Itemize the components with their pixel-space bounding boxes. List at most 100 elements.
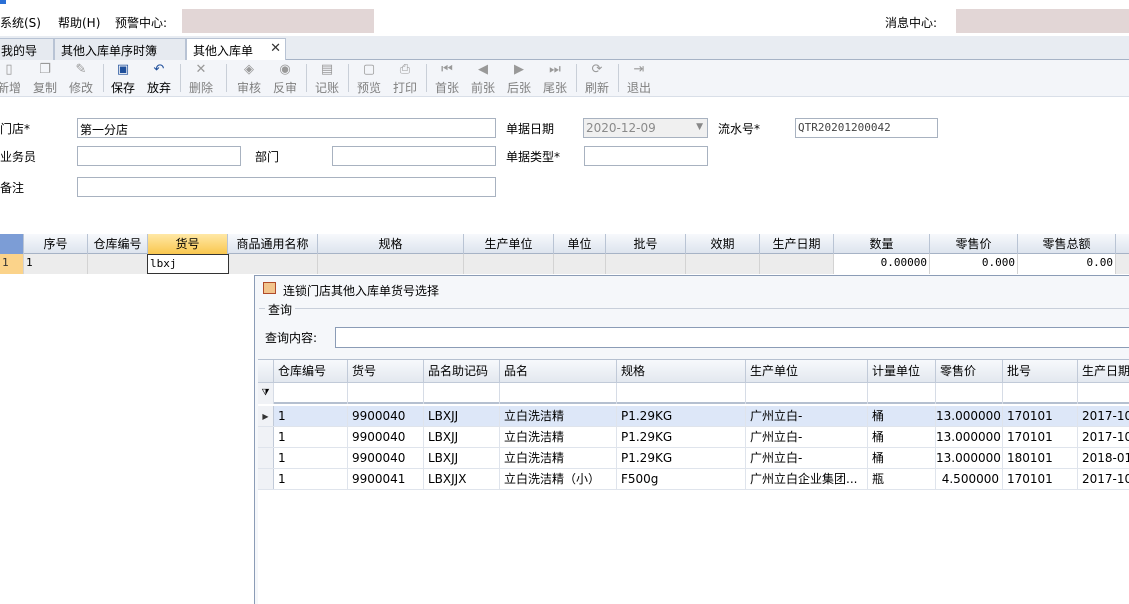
col-maker[interactable]: 生产单位 xyxy=(464,234,554,254)
col-production-date[interactable]: 生产日期 xyxy=(760,234,834,254)
prev-button[interactable]: ◀ 前张 xyxy=(466,62,500,96)
col-batch[interactable]: 批号 xyxy=(606,234,686,254)
cell-spec[interactable]: P1.29KG xyxy=(617,448,746,469)
cell-spec[interactable]: P1.29KG xyxy=(617,427,746,448)
cell-unit[interactable]: 桶 xyxy=(868,427,936,448)
cell-maker[interactable]: 广州立白- xyxy=(746,406,868,427)
close-icon[interactable]: ✕ xyxy=(270,41,281,56)
col-retail-total[interactable]: 零售总额 xyxy=(1018,234,1116,254)
cell-warehouse[interactable]: 1 xyxy=(274,469,348,490)
cell-maker[interactable]: 广州立白企业集团... xyxy=(746,469,868,490)
col-warehouse[interactable]: 仓库编号 xyxy=(274,360,348,383)
cell-warehouse[interactable]: 1 xyxy=(274,406,348,427)
dept-field[interactable] xyxy=(332,146,496,166)
menu-help[interactable]: 帮助(H) xyxy=(58,14,100,31)
cell-item-no[interactable]: 9900041 xyxy=(348,469,424,490)
discard-button[interactable]: ↶ 放弃 xyxy=(142,62,176,96)
modify-button[interactable]: ✎ 修改 xyxy=(64,62,98,96)
cell-spec[interactable]: F500g xyxy=(617,469,746,490)
cell-production-date[interactable]: 2018-01- xyxy=(1078,448,1129,469)
cell-price[interactable]: 13.000000 xyxy=(936,448,1003,469)
cell-spec[interactable]: P1.29KG xyxy=(617,406,746,427)
print-button[interactable]: ⎙ 打印 xyxy=(388,62,422,96)
cell-name[interactable]: 立白洗洁精 xyxy=(500,448,617,469)
tab-my-navigation[interactable]: 我的导航 xyxy=(0,38,54,75)
dialog-title-bar[interactable]: 连锁门店其他入库单货号选择 xyxy=(255,276,1129,302)
save-button[interactable]: ▣ 保存 xyxy=(106,62,140,96)
col-expiry[interactable]: 效期 xyxy=(686,234,760,254)
table-row[interactable]: 1 1 lbxj 0.00000 0.000 0.00 xyxy=(0,254,1129,274)
filter-cell[interactable] xyxy=(424,383,500,404)
cell-production-date[interactable] xyxy=(760,254,834,274)
approve-button[interactable]: ◈ 审核 xyxy=(232,62,266,96)
cell-generic-name[interactable] xyxy=(228,254,318,274)
cell-mnemonic[interactable]: LBXJJ xyxy=(424,427,500,448)
cell-seq[interactable]: 1 xyxy=(24,254,88,274)
cell-item-no-editor[interactable]: lbxj xyxy=(147,254,229,274)
col-unit[interactable]: 单位 xyxy=(554,234,606,254)
chevron-down-icon[interactable]: ▼ xyxy=(696,122,703,132)
col-warehouse[interactable]: 仓库编号 xyxy=(88,234,148,254)
query-input[interactable] xyxy=(335,327,1129,348)
cell-unit[interactable] xyxy=(554,254,606,274)
col-quantity[interactable]: 数量 xyxy=(834,234,930,254)
cell-maker[interactable]: 广州立白- xyxy=(746,448,868,469)
col-spec[interactable]: 规格 xyxy=(318,234,464,254)
cell-production-date[interactable]: 2017-10- xyxy=(1078,427,1129,448)
col-batch[interactable]: 批号 xyxy=(1003,360,1078,383)
cell-batch[interactable]: 170101 xyxy=(1003,427,1078,448)
unapprove-button[interactable]: ◉ 反审 xyxy=(268,62,302,96)
cell-item-no[interactable]: 9900040 xyxy=(348,427,424,448)
filter-cell[interactable] xyxy=(348,383,424,404)
menu-alert-center[interactable]: 预警中心: xyxy=(115,14,167,31)
cell-expiry[interactable] xyxy=(686,254,760,274)
first-button[interactable]: ⏮ 首张 xyxy=(430,62,464,96)
cell-item-no[interactable]: 9900040 xyxy=(348,406,424,427)
filter-icon[interactable]: ⧩ xyxy=(258,383,274,404)
cell-maker[interactable] xyxy=(464,254,554,274)
cell-unit[interactable]: 瓶 xyxy=(868,469,936,490)
post-button[interactable]: ▤ 记账 xyxy=(310,62,344,96)
cell-price[interactable]: 4.500000 xyxy=(936,469,1003,490)
table-row[interactable]: 1 9900041 LBXJJX 立白洗洁精（小） F500g 广州立白企业集团… xyxy=(258,469,1129,490)
filter-cell[interactable] xyxy=(500,383,617,404)
menu-message-center[interactable]: 消息中心: xyxy=(885,14,937,31)
table-row[interactable]: 1 9900040 LBXJJ 立白洗洁精 P1.29KG 广州立白- 桶 13… xyxy=(258,427,1129,448)
cell-warehouse[interactable]: 1 xyxy=(274,427,348,448)
col-maker[interactable]: 生产单位 xyxy=(746,360,868,383)
col-production-date[interactable]: 生产日期 xyxy=(1078,360,1129,383)
menu-system[interactable]: 系统(S) xyxy=(0,14,41,31)
col-name[interactable]: 品名 xyxy=(500,360,617,383)
copy-button[interactable]: ❐ 复制 xyxy=(28,62,62,96)
cell-mnemonic[interactable]: LBXJJ xyxy=(424,448,500,469)
preview-button[interactable]: ▢ 预览 xyxy=(352,62,386,96)
cell-mnemonic[interactable]: LBXJJX xyxy=(424,469,500,490)
filter-cell[interactable] xyxy=(936,383,1003,404)
col-retail-price[interactable]: 零售价 xyxy=(930,234,1018,254)
filter-cell[interactable] xyxy=(1003,383,1078,404)
col-unit[interactable]: 计量单位 xyxy=(868,360,936,383)
cell-maker[interactable]: 广州立白- xyxy=(746,427,868,448)
cell-production-date[interactable]: 2017-10- xyxy=(1078,406,1129,427)
new-button[interactable]: ▯ 新增 xyxy=(0,62,26,96)
cell-batch[interactable] xyxy=(606,254,686,274)
cell-item-no[interactable]: 9900040 xyxy=(348,448,424,469)
table-row[interactable]: 1 9900040 LBXJJ 立白洗洁精 P1.29KG 广州立白- 桶 13… xyxy=(258,448,1129,469)
next-button[interactable]: ▶ 后张 xyxy=(502,62,536,96)
cell-batch[interactable]: 180101 xyxy=(1003,448,1078,469)
cell-retail-total[interactable]: 0.00 xyxy=(1018,254,1116,274)
serial-field[interactable]: QTR20201200042 xyxy=(795,118,938,138)
tab-other-inbound[interactable]: 其他入库单 ✕ xyxy=(186,38,286,61)
cell-quantity[interactable]: 0.00000 xyxy=(834,254,930,274)
refresh-button[interactable]: ⟳ 刷新 xyxy=(580,62,614,96)
cell-name[interactable]: 立白洗洁精 xyxy=(500,406,617,427)
cell-name[interactable]: 立白洗洁精（小） xyxy=(500,469,617,490)
filter-cell[interactable] xyxy=(274,383,348,404)
salesman-field[interactable] xyxy=(77,146,241,166)
last-button[interactable]: ⏭ 尾张 xyxy=(538,62,572,96)
remark-field[interactable] xyxy=(77,177,496,197)
cell-price[interactable]: 13.000000 xyxy=(936,427,1003,448)
cell-batch[interactable]: 170101 xyxy=(1003,406,1078,427)
cell-spec[interactable] xyxy=(318,254,464,274)
col-mnemonic[interactable]: 品名助记码 xyxy=(424,360,500,383)
